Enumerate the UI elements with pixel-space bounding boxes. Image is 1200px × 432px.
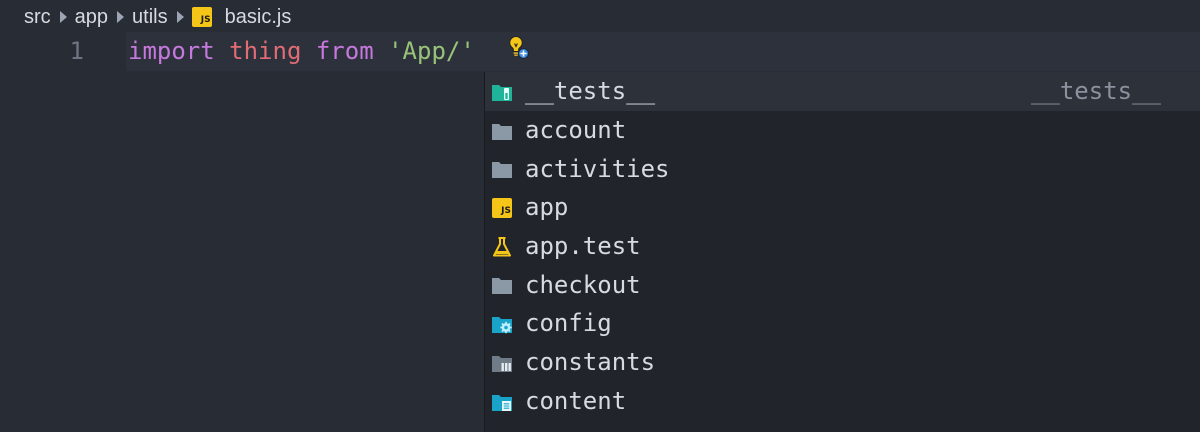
suggestion-detail: __tests__ (1030, 77, 1161, 106)
folder-icon (492, 162, 512, 179)
code-text[interactable]: import thing from 'App/' (128, 32, 475, 71)
suggestion-label: constants (525, 348, 656, 377)
test-folder-icon (492, 85, 512, 101)
chevron-right-icon (117, 11, 125, 23)
breadcrumb-item-file[interactable]: basic.js (225, 6, 292, 29)
chevron-right-icon (59, 11, 67, 23)
suggestion-item[interactable]: JS app (485, 188, 1200, 227)
folder-icon (492, 278, 512, 295)
suggestion-item[interactable]: checkout (485, 265, 1200, 304)
suggestion-item[interactable]: app.test (485, 227, 1200, 266)
lightbulb-icon[interactable] (506, 35, 530, 61)
breadcrumb-item-app[interactable]: app (75, 6, 108, 29)
suggestion-popup: __tests__ __tests__ account activities J… (484, 72, 1200, 432)
suggestion-label: config (525, 309, 612, 338)
suggestion-item[interactable]: constants (485, 343, 1200, 382)
string-token: 'App/' (388, 37, 475, 65)
suggestion-label: content (525, 386, 627, 415)
suggestion-item[interactable]: __tests__ __tests__ (485, 72, 1200, 111)
suggestion-label: app.test (525, 232, 641, 261)
editor-line[interactable]: 1 import thing from 'App/' (0, 32, 1200, 71)
suggestion-label: app (525, 193, 569, 222)
content-folder-icon (492, 394, 512, 411)
keyword-import: import (128, 37, 215, 65)
suggestion-item[interactable]: content (485, 382, 1200, 421)
flask-icon (493, 236, 511, 257)
suggestion-label: checkout (525, 270, 641, 299)
suggestion-label: activities (525, 154, 670, 183)
breadcrumb: src app utils JS basic.js (24, 3, 291, 31)
config-folder-icon (492, 317, 512, 334)
keyword-from: from (315, 37, 374, 65)
suggestion-label: __tests__ (525, 77, 656, 106)
constants-folder-icon (492, 355, 512, 372)
folder-icon (492, 123, 512, 140)
suggestion-item[interactable]: config (485, 304, 1200, 343)
suggestion-item[interactable]: activities (485, 149, 1200, 188)
line-number: 1 (69, 37, 84, 65)
suggestion-item[interactable]: account (485, 111, 1200, 150)
js-file-icon: JS (492, 198, 512, 219)
chevron-right-icon (176, 11, 184, 23)
breadcrumb-item-utils[interactable]: utils (132, 6, 168, 29)
js-file-icon: JS (191, 7, 212, 27)
suggestion-label: account (525, 116, 627, 145)
identifier-token: thing (229, 37, 302, 65)
breadcrumb-item-src[interactable]: src (24, 6, 51, 29)
